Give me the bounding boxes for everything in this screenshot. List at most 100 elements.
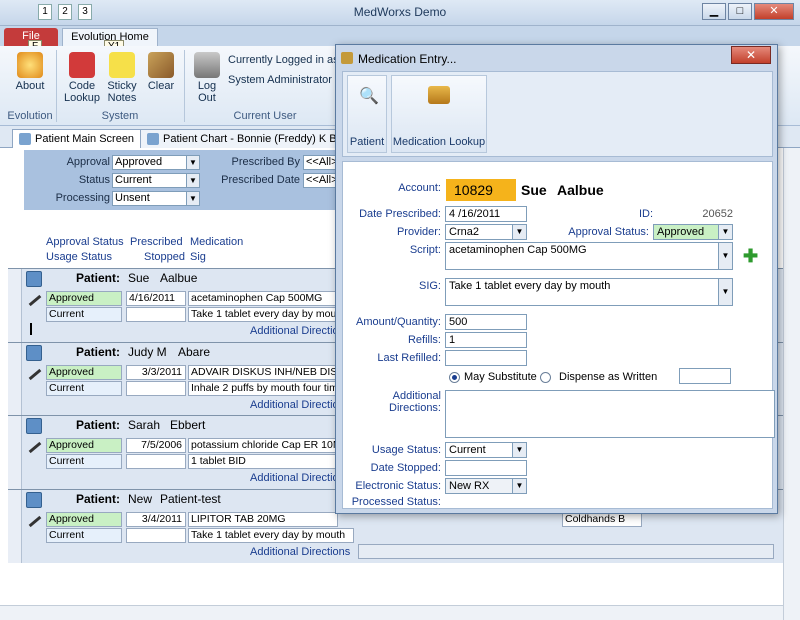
sticky-notes-button[interactable]: Sticky Notes [104,52,140,104]
patient-record-icon[interactable] [26,345,42,361]
maximize-button[interactable]: □ [728,3,752,20]
medication-field[interactable]: acetaminophen Cap 500MG [188,291,338,306]
additional-directions-field[interactable] [445,390,775,438]
group-separator [184,50,185,122]
col-medication: Medication [190,236,244,248]
approval-status-select[interactable]: Approved ▼ [653,224,733,240]
sig-select[interactable]: Take 1 tablet every day by mouth ▼ [445,278,733,306]
stopped-date[interactable] [126,454,186,469]
patient-record-icon[interactable] [26,418,42,434]
id-value: 20652 [702,208,733,220]
patient-first-name: Judy M [128,345,167,359]
usage-select[interactable]: Current [46,307,122,322]
usage-status-select[interactable]: Current ▼ [445,442,527,458]
stopped-date[interactable] [126,381,186,396]
patient-record-icon[interactable] [26,271,42,287]
sig-field[interactable]: Take 1 tablet every day by mouth [188,528,354,543]
additional-directions-field[interactable] [358,544,774,559]
clear-button[interactable]: Clear [144,52,178,92]
record-selector[interactable] [8,490,22,563]
col-prescribed: Prescribed [130,236,183,248]
sticky-note-icon [109,52,135,78]
provider-label: Provider: [396,226,441,238]
prescribed-date[interactable]: 3/4/2011 [126,512,186,527]
additional-directions-label: Additional Directions [250,546,351,558]
date-stopped-field[interactable] [445,460,527,476]
record-selector[interactable] [8,416,22,489]
prescribed-date[interactable]: 7/5/2006 [126,438,186,453]
script-select[interactable]: acetaminophen Cap 500MG ▼ [445,242,733,270]
record-selector[interactable] [8,269,22,342]
may-substitute-radio[interactable] [449,372,460,383]
patient-first-name: Sue [521,182,547,198]
col-usage-status: Usage Status [46,251,113,263]
usage-select[interactable]: Current [46,528,122,543]
group-label-evolution: Evolution [7,110,53,122]
patient-last-name: Patient-test [160,492,221,506]
date-prescribed-field[interactable]: 4 /16/2011 [445,206,527,222]
edit-pen-icon[interactable] [28,294,42,307]
provider-select[interactable]: Crna2 ▼ [445,224,527,240]
patient-label: Patient: [76,271,121,285]
last-refilled-field[interactable] [445,350,527,366]
log-out-button[interactable]: Log Out [190,52,224,104]
dialog-toolbar: 🔍 Patient Medication Lookup [342,71,773,157]
approval-filter-select[interactable]: Approved ▼ [112,155,200,170]
tab-patient-main-screen[interactable]: Patient Main Screen [12,129,144,148]
close-button[interactable]: ✕ [754,3,794,20]
usage-select[interactable]: Current [46,381,122,396]
provider-select[interactable]: Coldhands B [562,512,642,527]
broom-icon [148,52,174,78]
prescribed-date[interactable]: 3/3/2011 [126,365,186,380]
vertical-scrollbar[interactable] [783,148,800,620]
group-separator [56,50,57,122]
patient-first-name: Sarah [128,418,161,432]
col-approval-status: Approval Status [46,236,124,248]
chevron-down-icon: ▼ [186,156,199,169]
status-filter-select[interactable]: Current ▼ [112,173,200,188]
processing-filter-select[interactable]: Unsent ▼ [112,191,200,206]
stopped-date[interactable] [126,307,186,322]
patient-last-name: Aalbue [160,271,198,285]
medication-field[interactable]: ADVAIR DISKUS INH/NEB DISK 0. [188,365,338,380]
sig-field[interactable]: Inhale 2 puffs by mouth four tim [188,381,338,396]
dialog-close-button[interactable]: ✕ [731,46,771,64]
patient-label: Patient: [76,345,121,359]
may-substitute-label: May Substitute [464,371,537,383]
dispense-as-written-radio[interactable] [540,372,551,383]
add-icon[interactable]: ✚ [743,246,758,267]
electronic-status-label: Electronic Status: [355,480,441,492]
refills-field[interactable]: 1 [445,332,527,348]
ribbon-tabs: File Evolution Home F Y1 [0,26,800,53]
prescribed-date[interactable]: 4/16/2011 [126,291,186,306]
edit-pen-icon[interactable] [28,368,42,381]
minimize-button[interactable]: ▁ [702,3,726,20]
medication-lookup-button[interactable]: Medication Lookup [391,75,487,153]
patient-last-name: Abare [178,345,211,359]
edit-pen-icon[interactable] [28,441,42,454]
medication-field[interactable]: LIPITOR TAB 20MG [188,512,338,527]
stopped-date[interactable] [126,528,186,543]
patient-first-name: New [128,492,153,506]
amount-field[interactable]: 500 [445,314,527,330]
electronic-status-select[interactable]: New RX ▼ [445,478,527,494]
approval-select[interactable]: Approved [46,291,122,306]
code-lookup-button[interactable]: Code Lookup [62,52,102,104]
sig-field[interactable]: 1 tablet BID [188,454,338,469]
patient-record-icon[interactable] [26,492,42,508]
patient-button[interactable]: 🔍 Patient [347,75,387,153]
usage-select[interactable]: Current [46,454,122,469]
medication-field[interactable]: potassium chloride Cap ER 10ME [188,438,338,453]
horizontal-scrollbar[interactable] [0,605,783,620]
sig-field[interactable]: Take 1 tablet every day by mouth [188,307,338,322]
about-button[interactable]: About [10,52,50,92]
approval-select[interactable]: Approved [46,512,122,527]
logged-in-text: Currently Logged in as [228,54,338,66]
approval-select[interactable]: Approved [46,365,122,380]
col-stopped: Stopped [144,251,185,263]
tab-patient-chart[interactable]: Patient Chart - Bonnie (Freddy) K Bel [140,129,336,148]
edit-pen-icon[interactable] [28,515,42,528]
dispense-as-written-field[interactable] [679,368,731,384]
record-selector[interactable] [8,343,22,415]
approval-select[interactable]: Approved [46,438,122,453]
